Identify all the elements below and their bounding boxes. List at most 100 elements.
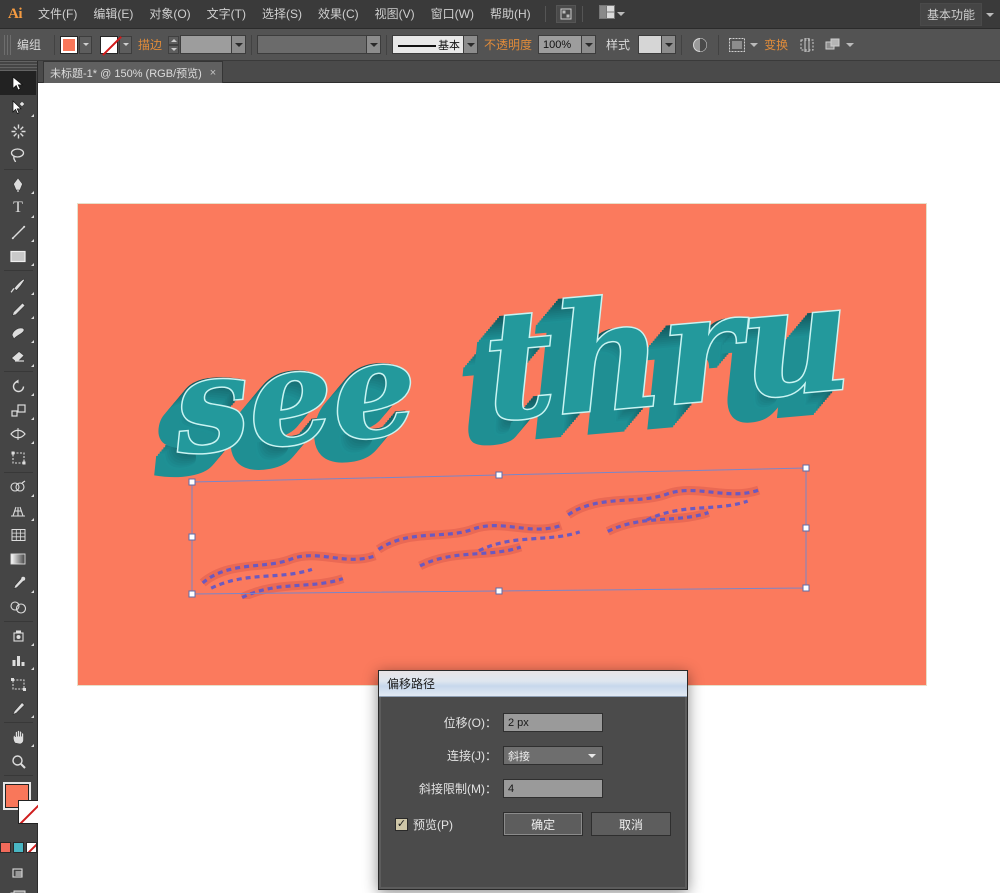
slice-tool[interactable] bbox=[0, 696, 36, 720]
stroke-weight-control[interactable] bbox=[168, 35, 247, 54]
opacity-link[interactable]: 不透明度 bbox=[484, 36, 532, 53]
width-profile-field[interactable] bbox=[257, 35, 368, 54]
none-mode-button[interactable] bbox=[26, 842, 37, 853]
rotate-tool[interactable] bbox=[0, 374, 36, 398]
preview-label: 预览(P) bbox=[413, 817, 453, 832]
blob-brush-tool[interactable] bbox=[0, 321, 36, 345]
preview-checkbox-group[interactable]: ✓ 预览(P) bbox=[395, 816, 495, 833]
symbol-sprayer-tool[interactable] bbox=[0, 624, 36, 648]
opacity-field[interactable]: 100% bbox=[538, 35, 583, 54]
menu-type[interactable]: 文字(T) bbox=[199, 0, 254, 29]
artboard-tool[interactable] bbox=[0, 672, 36, 696]
miter-limit-input[interactable]: 4 bbox=[503, 779, 603, 798]
stepper-down[interactable] bbox=[168, 44, 180, 54]
brush-definition-label: 基本 bbox=[438, 39, 461, 52]
chevron-down-icon bbox=[846, 42, 855, 47]
artboard[interactable]: see thru see thru bbox=[77, 203, 927, 686]
document-tab[interactable]: 未标题-1* @ 150% (RGB/预览) × bbox=[43, 61, 224, 83]
arrange-documents-button[interactable] bbox=[598, 4, 625, 24]
offset-path-dialog[interactable]: 偏移路径 位移(O)： 2 px 连接(J)： 斜接 斜接限制(M)： 4 ✓ bbox=[378, 670, 688, 890]
menu-select[interactable]: 选择(S) bbox=[254, 0, 310, 29]
stroke-options-link[interactable]: 描边 bbox=[138, 36, 162, 53]
menu-view[interactable]: 视图(V) bbox=[367, 0, 423, 29]
screen-mode-icon[interactable] bbox=[0, 885, 36, 893]
hand-tool[interactable] bbox=[0, 725, 36, 749]
cancel-button[interactable]: 取消 bbox=[591, 812, 671, 836]
eraser-tool[interactable] bbox=[0, 345, 36, 369]
divider bbox=[251, 34, 253, 55]
style-dropdown[interactable] bbox=[662, 35, 677, 54]
style-control[interactable] bbox=[638, 35, 677, 54]
stepper-up[interactable] bbox=[168, 35, 180, 45]
zoom-tool[interactable] bbox=[0, 749, 36, 773]
stroke-weight-dropdown[interactable] bbox=[232, 35, 247, 54]
artwork-text-face-see: see bbox=[166, 308, 424, 487]
menu-help[interactable]: 帮助(H) bbox=[482, 0, 539, 29]
paintbrush-tool[interactable] bbox=[0, 273, 36, 297]
stroke-swatch[interactable] bbox=[100, 35, 122, 56]
dialog-title: 偏移路径 bbox=[387, 677, 436, 691]
join-select[interactable]: 斜接 bbox=[503, 746, 603, 765]
eyedropper-tool[interactable] bbox=[0, 571, 36, 595]
align-icon[interactable] bbox=[796, 35, 818, 55]
menu-object[interactable]: 对象(O) bbox=[141, 0, 198, 29]
lasso-tool[interactable] bbox=[0, 143, 36, 167]
fill-swatch[interactable] bbox=[60, 35, 79, 54]
ok-button[interactable]: 确定 bbox=[503, 812, 584, 836]
width-profile-dropdown[interactable] bbox=[367, 35, 382, 54]
bridge-icon[interactable] bbox=[555, 5, 576, 23]
width-tool[interactable] bbox=[0, 422, 36, 446]
direct-selection-tool[interactable] bbox=[0, 95, 36, 119]
close-icon[interactable]: × bbox=[210, 67, 216, 79]
blend-tool[interactable] bbox=[0, 595, 36, 619]
workspace-label[interactable]: 基本功能 bbox=[919, 3, 982, 26]
dialog-title-bar[interactable]: 偏移路径 bbox=[379, 671, 687, 697]
shape-builder-tool[interactable] bbox=[0, 475, 36, 499]
preview-checkbox[interactable]: ✓ bbox=[395, 817, 408, 831]
selection-tool[interactable] bbox=[0, 71, 36, 95]
menu-file[interactable]: 文件(F) bbox=[30, 0, 85, 29]
stroke-weight-field[interactable] bbox=[180, 35, 233, 54]
perspective-grid-tool[interactable] bbox=[0, 499, 36, 523]
opacity-dropdown[interactable] bbox=[582, 35, 597, 54]
opacity-control[interactable]: 100% bbox=[538, 35, 597, 54]
mesh-tool[interactable] bbox=[0, 523, 36, 547]
brush-definition-field[interactable]: 基本 bbox=[392, 35, 465, 54]
width-profile-control[interactable] bbox=[257, 35, 382, 54]
line-segment-tool[interactable] bbox=[0, 220, 36, 244]
fill-dropdown[interactable] bbox=[79, 35, 93, 54]
control-bar-grip[interactable] bbox=[4, 34, 11, 55]
appearance-icon[interactable] bbox=[689, 35, 711, 55]
brush-definition-control[interactable]: 基本 bbox=[392, 35, 479, 54]
type-tool[interactable]: T bbox=[0, 196, 36, 220]
color-mode-button[interactable] bbox=[0, 842, 11, 853]
stroke-swatch-group[interactable] bbox=[100, 35, 133, 56]
style-swatch[interactable] bbox=[638, 35, 663, 54]
offset-input[interactable]: 2 px bbox=[503, 713, 603, 732]
menu-window[interactable]: 窗口(W) bbox=[423, 0, 482, 29]
transform-link[interactable]: 变换 bbox=[764, 36, 788, 53]
tools-panel-grip[interactable] bbox=[0, 61, 37, 71]
draw-normal-icon[interactable] bbox=[0, 861, 36, 885]
selection-bounding-box[interactable] bbox=[186, 462, 812, 600]
workspace-switcher[interactable]: 基本功能 bbox=[919, 0, 994, 29]
brush-definition-dropdown[interactable] bbox=[464, 35, 479, 54]
menu-edit[interactable]: 编辑(E) bbox=[85, 0, 141, 29]
pencil-tool[interactable] bbox=[0, 297, 36, 321]
chevron-down-icon[interactable] bbox=[986, 12, 994, 17]
arrange-button[interactable] bbox=[820, 35, 855, 55]
miter-limit-row: 斜接限制(M)： 4 bbox=[395, 779, 671, 798]
gradient-tool[interactable] bbox=[0, 547, 36, 571]
document-setup-button[interactable] bbox=[724, 35, 759, 55]
fill-swatch-group[interactable] bbox=[60, 35, 93, 54]
arrange-documents-icon bbox=[598, 4, 615, 24]
free-transform-tool[interactable] bbox=[0, 446, 36, 470]
gradient-mode-button[interactable] bbox=[13, 842, 24, 853]
menu-effect[interactable]: 效果(C) bbox=[310, 0, 367, 29]
rectangle-tool[interactable] bbox=[0, 244, 36, 268]
stroke-weight-stepper[interactable] bbox=[168, 35, 180, 54]
magic-wand-tool[interactable] bbox=[0, 119, 36, 143]
pen-tool[interactable] bbox=[0, 172, 36, 196]
column-graph-tool[interactable] bbox=[0, 648, 36, 672]
scale-tool[interactable] bbox=[0, 398, 36, 422]
